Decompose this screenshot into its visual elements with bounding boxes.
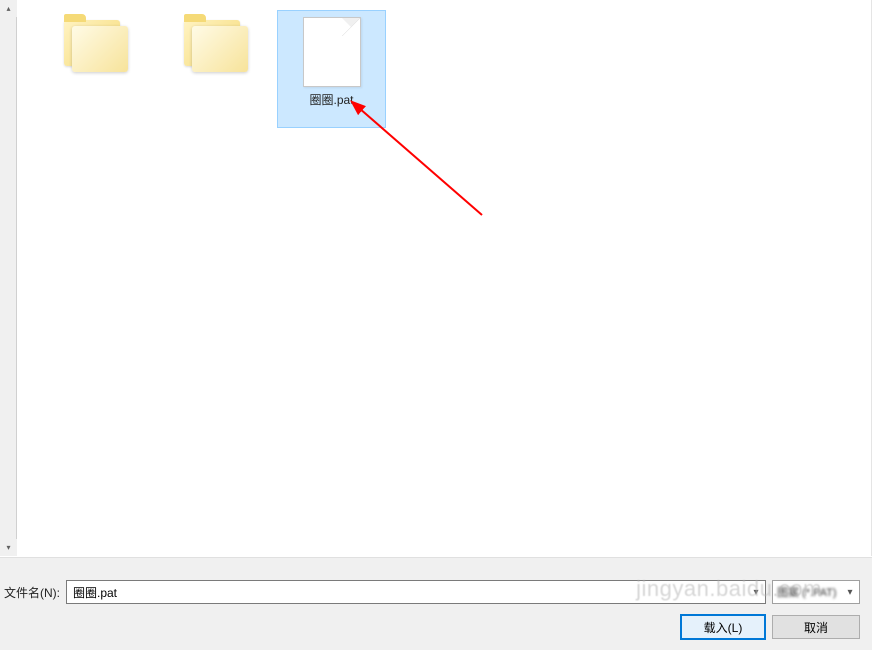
folder-label: [163, 80, 268, 96]
chevron-down-icon[interactable]: ▾: [747, 581, 765, 603]
chevron-down-icon[interactable]: ▾: [841, 581, 859, 603]
filename-combobox[interactable]: ▾: [66, 580, 766, 604]
scroll-up-button[interactable]: ▴: [0, 0, 17, 17]
vertical-scrollbar[interactable]: ▴ ▾: [0, 0, 17, 556]
dialog-footer: 文件名(N): ▾ 图案 (*.PAT) ▾ 载入(L) 取消: [0, 557, 872, 650]
file-item-pat[interactable]: 圈圈.pat: [277, 10, 386, 128]
file-icon: [303, 17, 361, 87]
file-list-pane[interactable]: 圈圈.pat: [17, 0, 872, 556]
folder-label: [43, 80, 148, 96]
folder-item-1[interactable]: [41, 10, 150, 98]
cancel-button[interactable]: 取消: [772, 615, 860, 639]
filename-label: 文件名(N):: [0, 584, 60, 601]
scroll-down-button[interactable]: ▾: [0, 539, 17, 556]
file-label: 圈圈.pat: [280, 93, 383, 109]
filetype-filter[interactable]: 图案 (*.PAT) ▾: [772, 580, 860, 604]
folder-icon: [180, 16, 252, 74]
filename-input[interactable]: [67, 581, 747, 603]
load-button[interactable]: 载入(L): [680, 614, 766, 640]
filetype-filter-label: 图案 (*.PAT): [777, 584, 841, 600]
folder-item-2[interactable]: [161, 10, 270, 98]
folder-icon: [60, 16, 132, 74]
